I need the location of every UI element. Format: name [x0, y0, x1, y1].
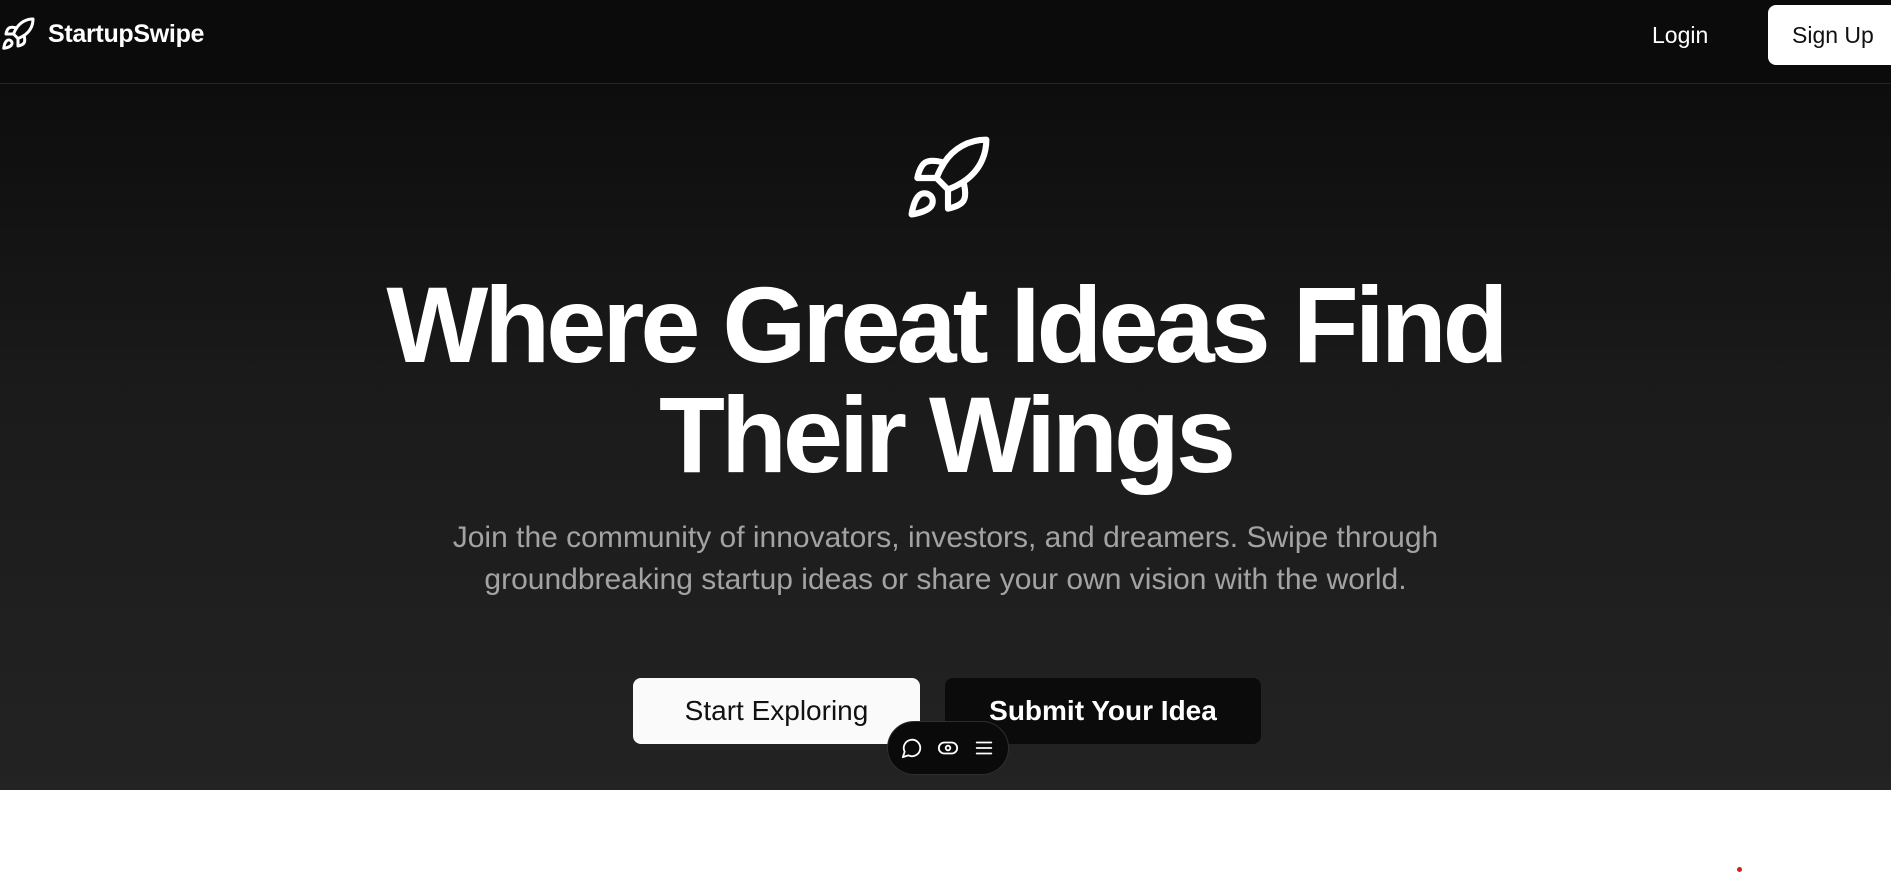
indicator-dot [1737, 867, 1742, 872]
menu-button[interactable] [972, 736, 996, 760]
eye-icon [937, 741, 959, 755]
rocket-icon [2, 17, 35, 50]
comment-button[interactable] [900, 736, 924, 760]
rocket-icon [908, 136, 990, 218]
brand-name: StartupSwipe [48, 19, 205, 48]
preview-button[interactable] [936, 736, 960, 760]
hero-subtitle: Join the community of innovators, invest… [452, 521, 1439, 596]
start-exploring-button[interactable]: Start Exploring [633, 678, 920, 744]
menu-icon [975, 741, 993, 755]
brand-logo[interactable]: StartupSwipe [0, 16, 204, 52]
landing-page: StartupSwipe Login Sign Up Where Great I… [0, 0, 1891, 876]
login-link[interactable]: Login [1652, 20, 1708, 50]
top-navbar: StartupSwipe Login Sign Up [0, 0, 1891, 84]
comment-icon [901, 738, 922, 759]
hero-title-line-2: Their Wings [658, 374, 1236, 495]
floating-toolbar [887, 721, 1009, 775]
hero-title: Where Great Ideas Find Their Wings [200, 270, 1691, 490]
hero-title-line-1: Where Great Ideas Find [386, 264, 1508, 385]
signup-button[interactable]: Sign Up [1768, 5, 1891, 65]
hero-section: Where Great Ideas Find Their Wings Join … [0, 84, 1891, 790]
content-section [0, 790, 1891, 876]
